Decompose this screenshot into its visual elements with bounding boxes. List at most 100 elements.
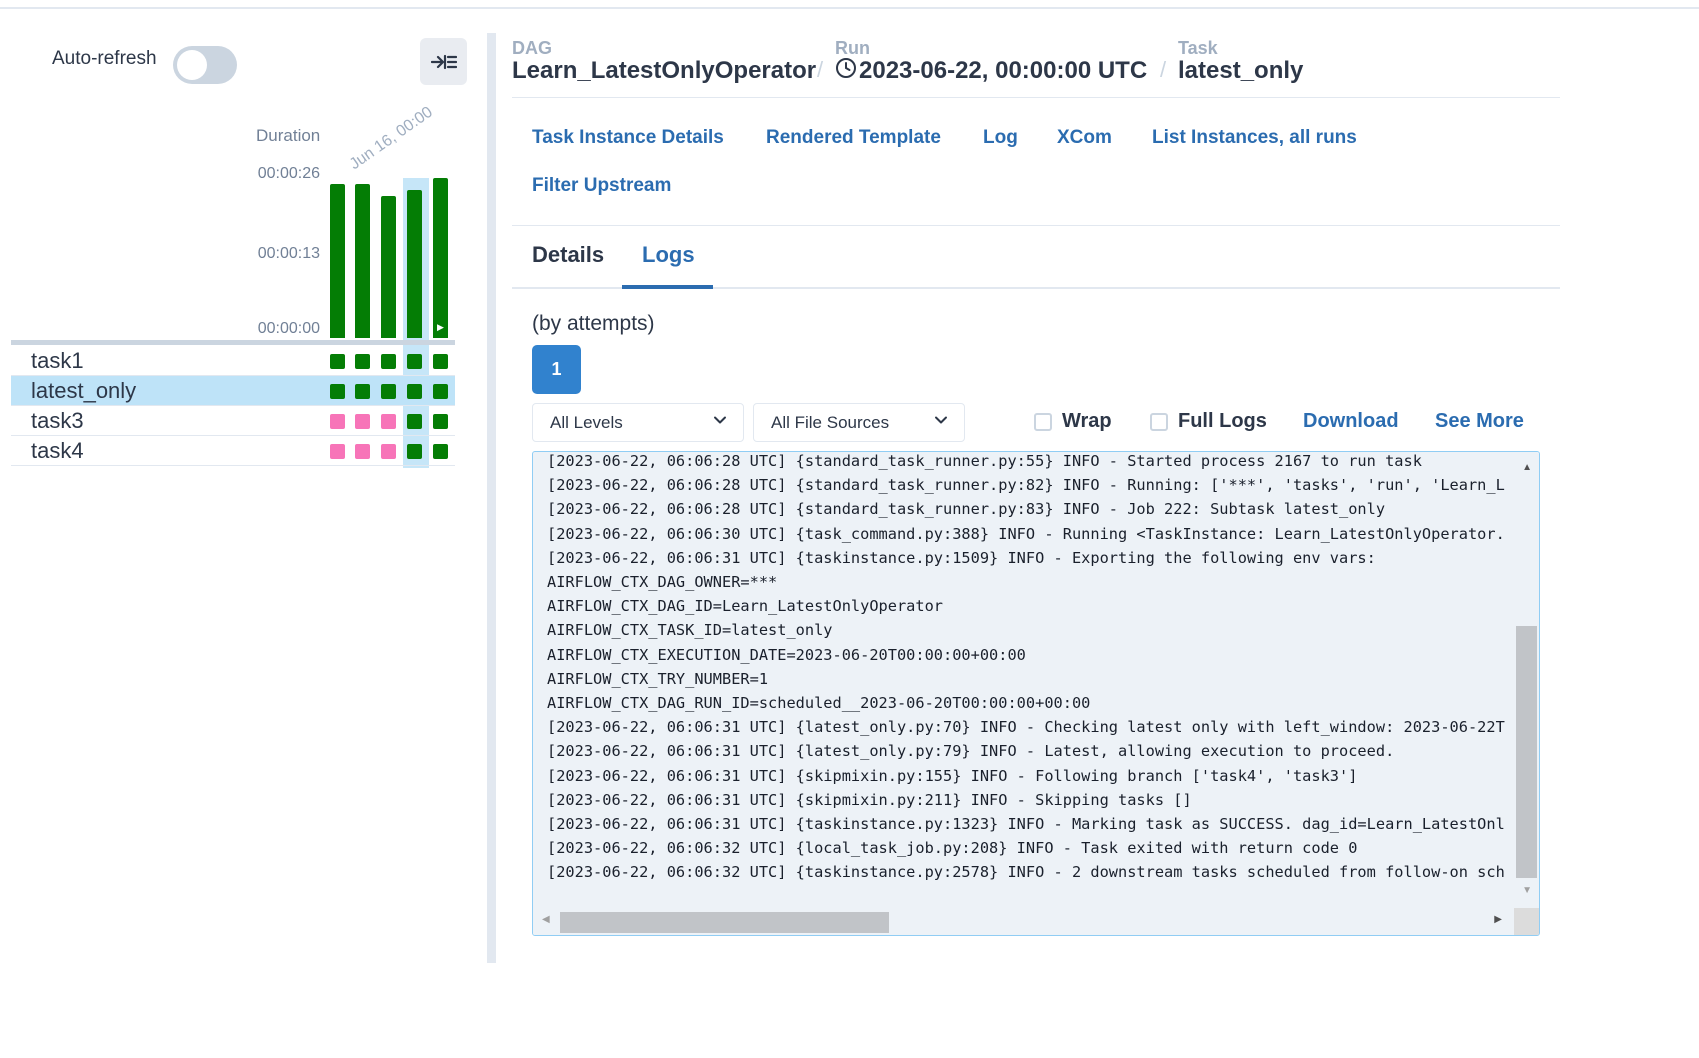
run-date-label: Jun 16, 00:00 [346,103,436,174]
duration-bar[interactable] [381,196,396,338]
task-instance-status-square[interactable] [330,384,345,399]
scroll-down-arrow-icon[interactable]: ▼ [1522,885,1532,896]
active-tab-indicator [622,285,713,289]
log-line: [2023-06-22, 06:06:30 UTC] {task_command… [547,524,1505,543]
nav-divider [512,225,1560,226]
log-line: [2023-06-22, 06:06:32 UTC] {local_task_j… [547,839,1358,858]
rendered-template-link[interactable]: Rendered Template [766,127,941,149]
task-instance-status-square[interactable] [407,444,422,459]
log-line: AIRFLOW_CTX_EXECUTION_DATE=2023-06-20T00… [547,645,1026,664]
log-line: [2023-06-22, 06:06:31 UTC] {skipmixin.py… [547,790,1192,809]
log-line: [2023-06-22, 06:06:28 UTC] {standard_tas… [547,476,1505,495]
tab-logs[interactable]: Logs [642,242,695,268]
clock-icon [836,58,856,78]
duration-bar[interactable] [355,184,370,338]
duration-bar[interactable] [330,184,345,338]
file-source-select[interactable]: All File Sources [753,403,965,442]
horizontal-scrollbar[interactable]: ◀ ▶ [533,908,1515,935]
breadcrumb-run-label: Run [835,38,870,58]
log-viewer[interactable]: [2023-06-22, 06:06:28 UTC] {standard_tas… [532,451,1540,936]
log-line: AIRFLOW_CTX_DAG_ID=Learn_LatestOnlyOpera… [547,597,944,616]
log-link[interactable]: Log [983,127,1018,149]
breadcrumb-task-label: Task [1178,38,1218,58]
y-tick-max: 00:00:26 [257,165,320,182]
task-instance-status-square[interactable] [330,444,345,459]
download-link[interactable]: Download [1303,410,1399,433]
chevron-down-icon [714,416,726,424]
y-tick-mid: 00:00:13 [257,245,320,262]
log-level-value: All Levels [550,412,623,432]
list-instances-link[interactable]: List Instances, all runs [1152,127,1357,149]
task-instance-status-square[interactable] [407,384,422,399]
latest-run-marker-icon: ▶ [437,322,444,332]
task-row[interactable]: task4 [11,436,455,466]
log-lines: [2023-06-22, 06:06:28 UTC] {standard_tas… [547,452,1515,885]
duration-bar[interactable] [433,178,448,338]
scroll-up-arrow-icon[interactable]: ▲ [1522,462,1532,473]
breadcrumb-dag-link[interactable]: Learn_LatestOnlyOperator [512,57,816,85]
task-instance-status-square[interactable] [355,444,370,459]
scrollbar-corner [1514,908,1539,935]
vertical-scroll-thumb[interactable] [1516,626,1537,878]
task-instance-status-square[interactable] [381,354,396,369]
see-more-link[interactable]: See More [1435,410,1524,433]
panel-resize-handle[interactable] [487,33,496,963]
collapse-grid-button[interactable] [420,38,467,85]
full-logs-label: Full Logs [1178,410,1267,432]
log-line: [2023-06-22, 06:06:28 UTC] {standard_tas… [547,452,1422,470]
task-instance-status-square[interactable] [355,384,370,399]
log-line: [2023-06-22, 06:06:31 UTC] {latest_only.… [547,742,1395,761]
log-line: AIRFLOW_CTX_TRY_NUMBER=1 [547,669,769,688]
breadcrumb-separator: / [817,57,824,82]
task-instance-status-square[interactable] [381,444,396,459]
collapse-panel-icon [430,54,457,69]
task-instance-status-square[interactable] [355,414,370,429]
task-name[interactable]: task4 [31,438,84,464]
breadcrumb-task-link[interactable]: latest_only [1178,57,1303,85]
filter-upstream-link[interactable]: Filter Upstream [532,175,671,197]
log-line: [2023-06-22, 06:06:28 UTC] {standard_tas… [547,500,1386,519]
task-instance-status-square[interactable] [433,384,448,399]
auto-refresh: Auto-refresh [52,48,157,70]
horizontal-scroll-thumb[interactable] [560,912,889,933]
task-instance-status-square[interactable] [407,414,422,429]
duration-bar[interactable] [407,190,422,338]
task-instance-status-square[interactable] [355,354,370,369]
task-instance-status-square[interactable] [330,354,345,369]
task-row[interactable]: task3 [11,406,455,436]
task-instance-status-square[interactable] [433,354,448,369]
task-row[interactable]: latest_only [11,376,455,406]
y-tick-zero: 00:00:00 [257,320,320,337]
breadcrumb-separator: / [1160,57,1167,82]
log-line: [2023-06-22, 06:06:31 UTC] {skipmixin.py… [547,766,1358,785]
wrap-checkbox[interactable] [1034,413,1052,431]
log-line: [2023-06-22, 06:06:31 UTC] {taskinstance… [547,815,1505,834]
auto-refresh-toggle[interactable] [173,46,237,84]
xcom-link[interactable]: XCom [1057,127,1112,149]
attempt-1-button[interactable]: 1 [532,345,581,394]
task-name[interactable]: task1 [31,348,84,374]
vertical-scrollbar[interactable]: ▲ ▼ [1514,452,1539,910]
task-name[interactable]: latest_only [31,378,136,404]
header-divider [512,97,1560,98]
task-instance-status-square[interactable] [381,414,396,429]
task-instance-status-square[interactable] [330,414,345,429]
task-instance-details-link[interactable]: Task Instance Details [532,127,724,149]
scroll-right-arrow-icon[interactable]: ▶ [1494,914,1502,925]
duration-axis-label: Duration [256,126,321,145]
breadcrumb-dag-label: DAG [512,38,552,58]
breadcrumb-run-link[interactable]: 2023-06-22, 00:00:00 UTC [859,57,1147,85]
full-logs-checkbox[interactable] [1150,413,1168,431]
task-name[interactable]: task3 [31,408,84,434]
task-row[interactable]: task1 [11,346,455,376]
log-line: AIRFLOW_CTX_DAG_OWNER=*** [547,573,778,592]
tab-details[interactable]: Details [532,242,604,268]
log-level-select[interactable]: All Levels [532,403,744,442]
task-instance-status-square[interactable] [433,414,448,429]
scroll-left-arrow-icon[interactable]: ◀ [542,914,550,925]
task-instance-status-square[interactable] [433,444,448,459]
grid-panel: Auto-refresh Duration Jun 16, 00:00 00:0… [0,0,500,1058]
task-instance-status-square[interactable] [407,354,422,369]
auto-refresh-label: Auto-refresh [52,48,157,69]
task-instance-status-square[interactable] [381,384,396,399]
